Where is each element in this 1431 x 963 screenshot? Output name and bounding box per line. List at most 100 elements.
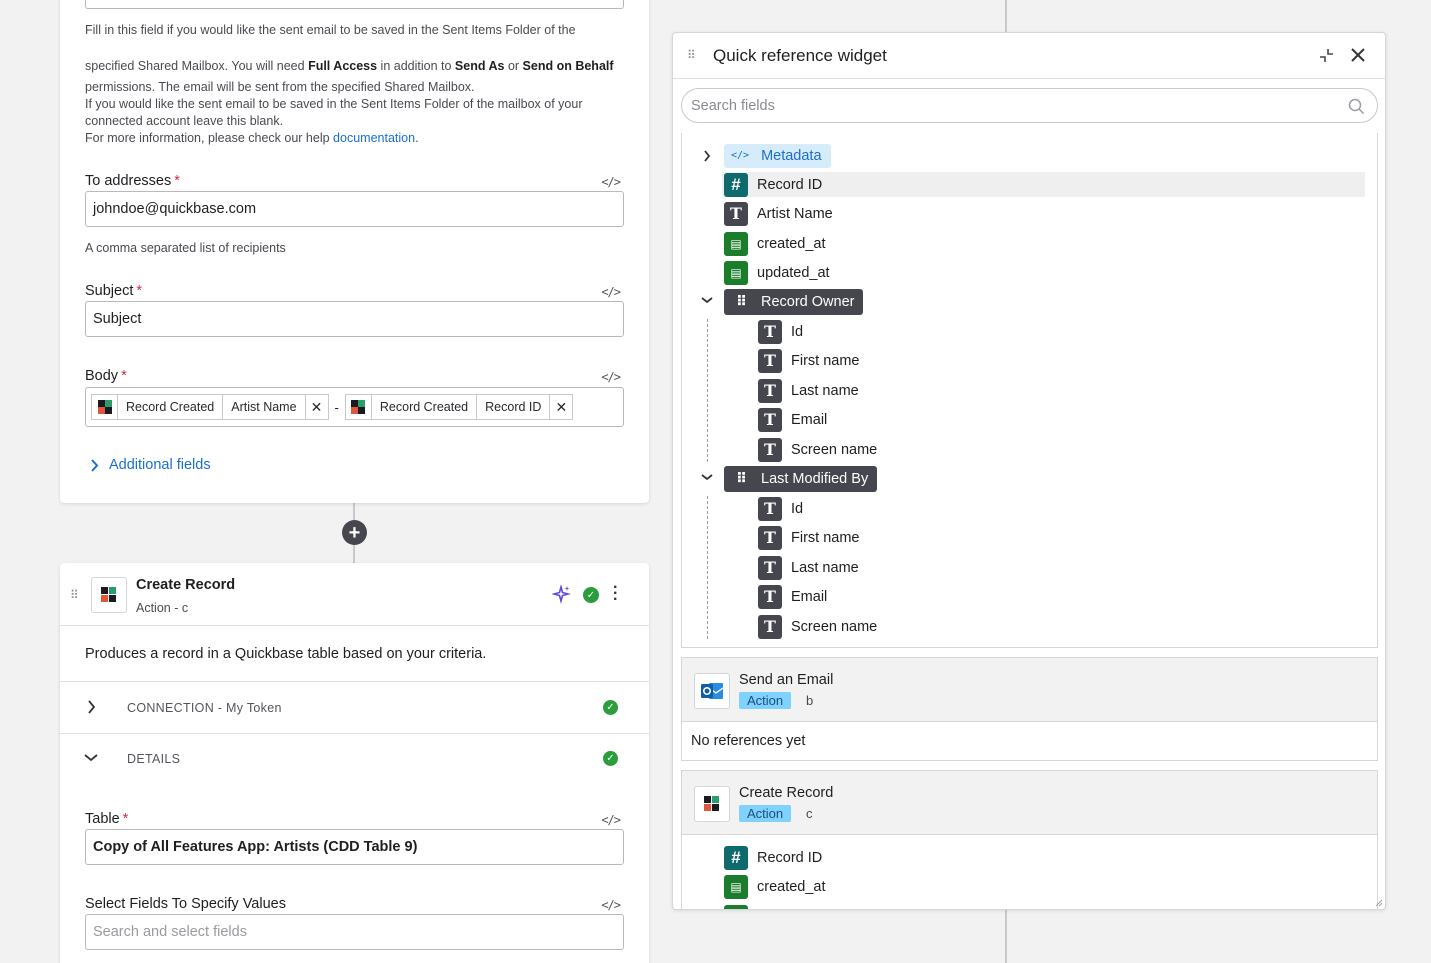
tree-field[interactable]: T Email	[758, 407, 827, 432]
success-check-icon: ✓	[583, 587, 599, 603]
send-email-card: Fill in this field if you would like the…	[60, 0, 649, 503]
text-field-icon: T	[758, 496, 782, 521]
text-field-icon: T	[758, 348, 782, 373]
tree-field[interactable]: # Record ID	[724, 172, 822, 197]
tree-field[interactable]: T Last name	[758, 555, 859, 580]
table-label: Table *	[85, 811, 129, 827]
additional-fields-toggle[interactable]: Additional fields	[90, 457, 211, 473]
chevron-down-icon[interactable]	[701, 296, 713, 304]
tree-group-record-owner[interactable]: ⠿ Record Owner	[724, 288, 864, 315]
body-input[interactable]: Record Created Artist Name ✕ - Record Cr…	[85, 387, 624, 427]
add-step-button[interactable]: +	[342, 520, 367, 545]
shared-mailbox-input[interactable]	[85, 0, 624, 9]
search-icon	[1348, 98, 1365, 115]
to-addresses-label: To addresses *	[85, 173, 180, 189]
outlook-icon	[694, 673, 730, 709]
search-placeholder: Search fields	[691, 97, 775, 114]
field-label: Screen name	[791, 441, 878, 458]
connection-label: CONNECTION - My Token	[127, 701, 282, 715]
number-field-icon: #	[724, 172, 748, 197]
tree-field[interactable]: # Record ID	[724, 845, 822, 870]
tree-field[interactable]: T Screen name	[758, 437, 877, 462]
text-field-icon: T	[724, 201, 748, 226]
close-icon[interactable]	[1349, 46, 1367, 64]
tree-group-last-modified-by[interactable]: ⠿ Last Modified By	[724, 465, 878, 492]
step-header[interactable]: Create Record Action c	[682, 771, 1377, 835]
text-field-icon: T	[758, 614, 782, 639]
chevron-right-icon	[91, 458, 99, 472]
table-input[interactable]: Copy of All Features App: Artists (CDD T…	[85, 829, 624, 865]
quickbase-logo-icon	[346, 395, 372, 419]
tree-field[interactable]: T Id	[758, 319, 803, 344]
to-addresses-input[interactable]: johndoe@quickbase.com	[85, 191, 624, 227]
tree-field[interactable]: T First name	[758, 348, 860, 373]
chevron-right-icon	[88, 700, 96, 714]
datetime-field-icon	[724, 905, 748, 909]
connector-line-top	[1005, 0, 1007, 32]
tree-field[interactable]: ▤ updated_at	[724, 260, 830, 285]
drag-handle-icon[interactable]: ⠿	[70, 588, 79, 602]
field-label: created_at	[757, 235, 826, 252]
field-tree: </> Metadata # Record ID T Artist Name ▤ cre…	[681, 133, 1378, 648]
search-fields-input[interactable]: Search fields	[681, 88, 1378, 123]
to-addresses-hint: A comma separated list of recipients	[85, 241, 286, 255]
drag-handle-icon[interactable]: ⠿	[687, 48, 696, 62]
resize-handle-icon[interactable]	[1375, 899, 1383, 907]
documentation-link[interactable]: documentation	[333, 131, 415, 145]
step-header[interactable]: Send an Email Action b	[682, 658, 1377, 722]
tree-field[interactable]: ▤ created_at	[724, 231, 826, 256]
tree-group-label: Last Modified By	[761, 470, 869, 487]
help-text-line-4: If you would like the sent email to be s…	[85, 97, 583, 111]
collapse-icon[interactable]	[1318, 47, 1335, 64]
chevron-right-icon[interactable]	[703, 150, 711, 162]
tree-field[interactable]: T Screen name	[758, 614, 877, 639]
step-title: Send an Email	[739, 672, 834, 688]
field-label: updated_at	[757, 264, 830, 281]
code-toggle-icon[interactable]: </>	[601, 370, 621, 384]
divider	[673, 78, 1385, 79]
create-record-card: ⠿ Create Record Action - c ✓ · · · Produce…	[60, 563, 649, 963]
select-fields-input[interactable]: Search and select fields	[85, 914, 624, 950]
step-letter: b	[806, 693, 814, 708]
connection-section-toggle[interactable]: CONNECTION - My Token ✓	[60, 682, 649, 733]
tree-field[interactable]: T Id	[758, 496, 803, 521]
tree-guide-line	[707, 319, 708, 462]
code-toggle-icon[interactable]: </>	[601, 175, 621, 189]
body-token-artist-name[interactable]: Record Created Artist Name ✕	[91, 394, 329, 420]
token-field: Record ID	[477, 395, 551, 419]
tree-group-metadata[interactable]: </> Metadata	[724, 143, 831, 168]
tree-field[interactable]: ▤ created_at	[724, 874, 826, 899]
tree-field[interactable]: T Email	[758, 584, 827, 609]
help-text-line-3: permissions. The email will be sent from…	[85, 80, 475, 94]
body-token-record-id[interactable]: Record Created Record ID ✕	[344, 394, 574, 420]
code-toggle-icon[interactable]: </>	[601, 813, 621, 827]
grid-icon: ⠿	[736, 470, 747, 486]
quickbase-logo-icon	[91, 577, 127, 613]
tree-field[interactable]: T Artist Name	[724, 201, 833, 226]
step-letter: c	[806, 806, 813, 821]
step-description: Produces a record in a Quickbase table b…	[85, 646, 487, 662]
tree-field[interactable]: T First name	[758, 525, 860, 550]
quickbase-logo-icon	[92, 395, 118, 419]
remove-token-icon[interactable]: ✕	[306, 395, 328, 419]
field-label: Id	[791, 323, 804, 340]
code-toggle-icon[interactable]: </>	[601, 898, 621, 912]
body-label: Body *	[85, 368, 127, 384]
token-source: Record Created	[118, 395, 224, 419]
field-label: created_at	[757, 878, 826, 895]
remove-token-icon[interactable]: ✕	[550, 395, 572, 419]
subject-input[interactable]: Subject	[85, 301, 624, 337]
subject-label: Subject *	[85, 283, 143, 299]
step-card-send-email: Send an Email Action b No references yet	[681, 657, 1378, 761]
datetime-field-icon: ▤	[724, 260, 748, 285]
field-label: First name	[791, 352, 860, 369]
details-section-toggle[interactable]: DETAILS ✓	[60, 734, 649, 785]
more-options-icon[interactable]: · · ·	[613, 580, 618, 608]
additional-fields-label: Additional fields	[109, 457, 211, 473]
tree-field[interactable]: T Last name	[758, 378, 859, 403]
datetime-field-icon: ▤	[724, 231, 748, 256]
field-label: Record ID	[757, 176, 823, 193]
code-toggle-icon[interactable]: </>	[601, 285, 621, 299]
ai-sparkle-icon[interactable]	[552, 585, 571, 604]
chevron-down-icon[interactable]	[701, 473, 713, 481]
